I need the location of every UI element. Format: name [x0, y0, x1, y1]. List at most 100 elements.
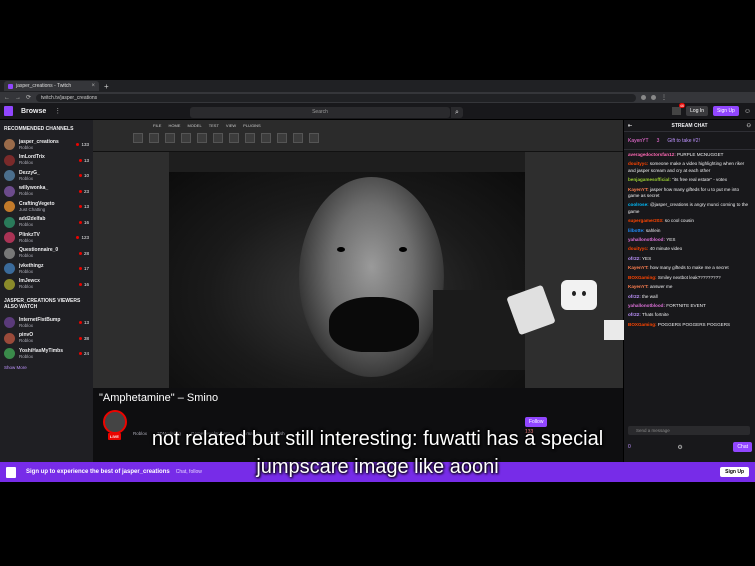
gift-label[interactable]: Gift to take #2!	[667, 138, 700, 144]
chat-username[interactable]: ofr22:	[628, 312, 641, 317]
chat-username[interactable]: supergamer203:	[628, 218, 664, 223]
notification-count: 46	[678, 103, 686, 108]
video-frame: jasper_creations - Twitch × + ← → ⟳ twit…	[0, 0, 755, 566]
chat-username[interactable]: coolrose:	[628, 202, 649, 207]
browser-tab[interactable]: jasper_creations - Twitch ×	[4, 81, 99, 91]
chat-username[interactable]: yahallonotblood:	[628, 303, 665, 308]
chat-username[interactable]: BOXGaming:	[628, 275, 657, 280]
chat-text: how many gifteds to make me a secret	[649, 265, 729, 271]
chat-username[interactable]: averagedoctorsfan12:	[628, 152, 676, 157]
channel-avatar	[4, 139, 15, 151]
channel-game: Roblox	[19, 353, 34, 359]
chat-message: ofr22: Thats fortnite	[628, 312, 751, 318]
video-subtitle: not related but still interesting: fuwat…	[0, 425, 755, 481]
video-player[interactable]: FILE HOME MODEL TEST VIEW PLUGINS	[93, 120, 623, 392]
twitch-logo-icon[interactable]	[4, 106, 13, 116]
url-field[interactable]: twitch.tv/jasper_creations	[36, 93, 637, 102]
sidebar-channel[interactable]: jvkethingz Roblox 17	[4, 261, 89, 277]
browse-link[interactable]: Browse	[21, 108, 46, 115]
prime-icon[interactable]: 46	[672, 103, 686, 115]
forward-icon[interactable]: →	[15, 95, 21, 101]
chat-messages: averagedoctorsfan12: PURPLE MCNUGGET doui…	[624, 150, 755, 333]
sidebar-channel[interactable]: YoshiHasMyTimbs Roblox 24	[4, 346, 89, 362]
sidebar-channel[interactable]: jasper_creations Roblox 133	[4, 137, 89, 153]
channel-game: Roblox	[19, 268, 34, 274]
search-input[interactable]: Search	[190, 107, 450, 118]
search-icon[interactable]: ⌕	[451, 107, 463, 118]
sidebar-channel[interactable]: DezzyG_ Roblox 10	[4, 168, 89, 184]
chat-message: KayenYT: how many gifteds to make me a s…	[628, 265, 751, 271]
extension-icon[interactable]	[641, 95, 647, 100]
new-tab-icon[interactable]: +	[104, 82, 109, 91]
close-tab-icon[interactable]: ×	[91, 83, 95, 89]
subtitle-line-1: not related but still interesting: fuwat…	[151, 428, 604, 450]
browser-window: jasper_creations - Twitch × + ← → ⟳ twit…	[0, 80, 755, 482]
user-icon[interactable]: ☺	[744, 108, 751, 115]
studio-explorer-left	[93, 152, 169, 388]
chat-text: YES	[641, 255, 652, 261]
profile-icon[interactable]	[651, 95, 657, 100]
menu-icon[interactable]: ⋮	[661, 94, 667, 101]
sidebar-channel[interactable]: InternetFistBump Roblox 13	[4, 315, 89, 331]
channel-viewers: 123	[76, 235, 89, 240]
chat-username[interactable]: benjagamesofficial:	[628, 177, 671, 182]
channel-avatar	[4, 332, 15, 344]
sidebar-channel[interactable]: add2delfab Roblox 16	[4, 215, 89, 231]
chat-username[interactable]: KayenYT:	[628, 284, 649, 289]
sidebar-channel[interactable]: ImLordTrix Roblox 13	[4, 153, 89, 169]
chat-text: so cool cousin	[664, 218, 694, 224]
channel-game: Roblox	[19, 160, 34, 166]
channel-game: Roblox	[19, 284, 34, 290]
show-more-link[interactable]: Show More	[4, 365, 89, 370]
sidebar-channel[interactable]: pinvO Roblox 38	[4, 331, 89, 347]
gift-bar: KayenYT 3 Gift to take #2!	[624, 132, 755, 150]
chat-text: PURPLE MCNUGGET	[677, 152, 724, 157]
sidebar-channel[interactable]: Questionnaire_0 Roblox 28	[4, 246, 89, 262]
sidebar-channel[interactable]: ImJewcx Roblox 16	[4, 277, 89, 293]
channel-avatar	[4, 154, 15, 166]
channel-game: Roblox	[19, 222, 34, 228]
chat-message: BOXGaming: Smiley nextbot leak?????????	[628, 275, 751, 281]
reload-icon[interactable]: ⟳	[26, 94, 31, 101]
chat-username[interactable]: ofr22:	[628, 294, 641, 299]
chat-text: FORTNITE EVENT	[666, 302, 706, 308]
back-icon[interactable]: ←	[4, 95, 10, 101]
chat-username[interactable]: lilbotte:	[628, 228, 645, 233]
chat-message: coolrose: @jasper_creations is angry mun…	[628, 202, 751, 215]
channel-avatar	[4, 348, 15, 360]
sidebar-channel[interactable]: willywonka_ Roblox 23	[4, 184, 89, 200]
chat-username[interactable]: KayenYT:	[628, 187, 649, 192]
signup-button[interactable]: Sign Up	[713, 106, 739, 116]
chat-username[interactable]: douityyc:	[628, 246, 648, 251]
chat-username[interactable]: ofr22:	[628, 256, 641, 261]
address-bar: ← → ⟳ twitch.tv/jasper_creations ⋮	[0, 92, 755, 103]
channel-avatar	[4, 185, 15, 197]
chat-username[interactable]: yahallonotblood:	[628, 237, 665, 242]
chat-username[interactable]: BOXGaming:	[628, 322, 657, 327]
recommended-title: RECOMMENDED CHANNELS	[4, 126, 74, 132]
channel-game: Roblox	[19, 253, 34, 259]
gift-count: 3	[656, 137, 660, 144]
channel-game: Roblox	[19, 237, 34, 243]
chat-message: douityyc: 40 minute video	[628, 246, 751, 252]
jumpscare-face	[299, 177, 444, 377]
chat-message: KayenYT: jasper how many gifteds for u t…	[628, 187, 751, 200]
chat-text: the wall	[642, 293, 658, 299]
chat-header: ⇤ STREAM CHAT ⚇	[624, 120, 755, 132]
also-watch-title: JASPER_CREATIONS VIEWERS ALSO WATCH	[4, 298, 81, 310]
sidebar-channel[interactable]: PlinkzTV Roblox 123	[4, 230, 89, 246]
subtitle-line-2: jumpscare image like aooni	[256, 456, 499, 478]
chat-username[interactable]: douityyc:	[628, 161, 648, 166]
chat-username[interactable]: KayenYT:	[628, 265, 649, 270]
more-icon[interactable]: ⋮	[54, 107, 61, 115]
collapse-icon[interactable]: ⇤	[628, 120, 632, 132]
users-icon[interactable]: ⚇	[747, 120, 751, 132]
channel-avatar	[4, 278, 15, 290]
chat-message: KayenYT: answer me	[628, 284, 751, 290]
channel-viewers: 38	[79, 336, 89, 341]
chat-text: "its free real estate" - votex	[672, 177, 728, 183]
channel-viewers: 17	[79, 266, 89, 271]
login-button[interactable]: Log In	[686, 106, 709, 116]
chat-message: ofr22: YES	[628, 256, 751, 262]
sidebar-channel[interactable]: CraftingVegeto Just Chatting 13	[4, 199, 89, 215]
